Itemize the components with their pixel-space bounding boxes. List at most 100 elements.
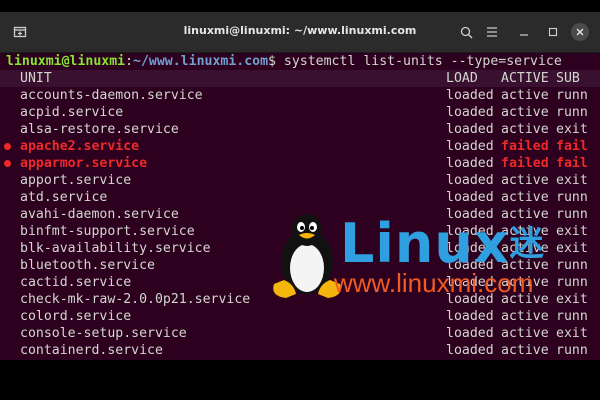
- failed-indicator-icon: [4, 143, 11, 150]
- table-row: avahi-daemon.service loaded active runn: [0, 206, 600, 223]
- unit-cell: binfmt-support.service: [20, 224, 195, 239]
- sub-cell: runn: [556, 309, 588, 324]
- load-cell: loaded: [446, 156, 494, 171]
- unit-cell: blk-availability.service: [20, 241, 211, 256]
- table-row: containerd.service loaded active runn: [0, 342, 600, 359]
- sub-cell: exit: [556, 241, 588, 256]
- load-cell: loaded: [446, 241, 494, 256]
- table-row: blk-availability.service loaded active exit: [0, 240, 600, 257]
- load-cell: loaded: [446, 343, 494, 358]
- sub-cell: runn: [556, 207, 588, 222]
- unit-cell: acpid.service: [20, 105, 124, 120]
- terminal-window: linuxmi@linuxmi: ~/www.linuxmi.com linux…: [0, 12, 600, 360]
- unit-cell: alsa-restore.service: [20, 122, 179, 137]
- load-cell: loaded: [446, 258, 494, 273]
- active-cell: failed: [501, 139, 549, 154]
- header-unit: UNIT: [20, 71, 52, 86]
- table-row: check-mk-raw-2.0.0p21.service loaded activ…: [0, 291, 600, 308]
- prompt-colon: :: [125, 54, 134, 69]
- header-sub: SUB: [556, 71, 580, 86]
- active-cell: active: [501, 292, 549, 307]
- table-row: accounts-daemon.service loaded active runn: [0, 87, 600, 104]
- search-icon: [460, 26, 472, 38]
- table-row: alsa-restore.service loaded active exit: [0, 121, 600, 138]
- unit-cell: containerd.service: [20, 343, 163, 358]
- unit-cell: avahi-daemon.service: [20, 207, 179, 222]
- sub-cell: exit: [556, 173, 588, 188]
- active-cell: active: [501, 207, 549, 222]
- load-cell: loaded: [446, 122, 494, 137]
- active-cell: failed: [501, 156, 549, 171]
- prompt-path: ~/www.linuxmi.com: [133, 54, 269, 69]
- active-cell: active: [501, 309, 549, 324]
- load-cell: loaded: [446, 173, 494, 188]
- active-cell: active: [501, 88, 549, 103]
- unit-cell: cactid.service: [20, 275, 132, 290]
- command-line: linuxmi@linuxmi:~/www.linuxmi.com$ syste…: [6, 53, 562, 70]
- window-title: linuxmi@linuxmi: ~/www.linuxmi.com: [183, 24, 417, 37]
- unit-cell: accounts-daemon.service: [20, 88, 203, 103]
- load-cell: loaded: [446, 139, 494, 154]
- table-row: acpid.service loaded active runn: [0, 104, 600, 121]
- load-cell: loaded: [446, 309, 494, 324]
- active-cell: active: [501, 105, 549, 120]
- sub-cell: runn: [556, 105, 588, 120]
- load-cell: loaded: [446, 105, 494, 120]
- load-cell: loaded: [446, 88, 494, 103]
- failed-indicator-icon: [4, 160, 11, 167]
- sub-cell: exit: [556, 326, 588, 341]
- maximize-button[interactable]: [541, 20, 565, 44]
- header-load: LOAD: [446, 71, 478, 86]
- hamburger-menu-icon: [487, 27, 497, 37]
- sub-cell: fail: [556, 139, 588, 154]
- table-row: binfmt-support.service loaded active exit: [0, 223, 600, 240]
- unit-cell: colord.service: [20, 309, 132, 324]
- table-row: apache2.service loaded failed fail: [0, 138, 600, 155]
- sub-cell: runn: [556, 343, 588, 358]
- title-bar: linuxmi@linuxmi: ~/www.linuxmi.com: [0, 12, 600, 53]
- maximize-icon: [548, 27, 558, 37]
- active-cell: active: [501, 241, 549, 256]
- sub-cell: runn: [556, 190, 588, 205]
- minimize-icon: [520, 34, 528, 36]
- load-cell: loaded: [446, 224, 494, 239]
- table-row: apparmor.service loaded failed fail: [0, 155, 600, 172]
- terminal-output[interactable]: linuxmi@linuxmi:~/www.linuxmi.com$ syste…: [0, 53, 600, 360]
- unit-cell: console-setup.service: [20, 326, 187, 341]
- sub-cell: exit: [556, 292, 588, 307]
- load-cell: loaded: [446, 292, 494, 307]
- load-cell: loaded: [446, 190, 494, 205]
- unit-cell: apache2.service: [20, 139, 140, 154]
- sub-cell: exit: [556, 224, 588, 239]
- unit-cell: apparmor.service: [20, 156, 148, 171]
- menu-button[interactable]: [480, 20, 504, 44]
- load-cell: loaded: [446, 275, 494, 290]
- load-cell: loaded: [446, 326, 494, 341]
- table-row: atd.service loaded active runn: [0, 189, 600, 206]
- close-button[interactable]: [568, 20, 592, 44]
- active-cell: active: [501, 343, 549, 358]
- table-row: bluetooth.service loaded active runn: [0, 257, 600, 274]
- unit-cell: apport.service: [20, 173, 132, 188]
- prompt-symbol: $: [268, 54, 284, 69]
- prompt-user-host: linuxmi@linuxmi: [6, 54, 126, 69]
- unit-cell: bluetooth.service: [20, 258, 155, 273]
- active-cell: active: [501, 173, 549, 188]
- table-row: console-setup.service loaded active exit: [0, 325, 600, 342]
- table-row: apport.service loaded active exit: [0, 172, 600, 189]
- sub-cell: runn: [556, 275, 588, 290]
- unit-cell: check-mk-raw-2.0.0p21.service: [20, 292, 251, 307]
- active-cell: active: [501, 275, 549, 290]
- minimize-button[interactable]: [512, 20, 536, 44]
- close-icon: [576, 28, 584, 36]
- unit-cell: atd.service: [20, 190, 108, 205]
- sub-cell: fail: [556, 156, 588, 171]
- sub-cell: runn: [556, 258, 588, 273]
- table-row: cactid.service loaded active runn: [0, 274, 600, 291]
- active-cell: active: [501, 224, 549, 239]
- header-active: ACTIVE: [501, 71, 549, 86]
- active-cell: active: [501, 190, 549, 205]
- search-button[interactable]: [454, 20, 478, 44]
- load-cell: loaded: [446, 207, 494, 222]
- active-cell: active: [501, 258, 549, 273]
